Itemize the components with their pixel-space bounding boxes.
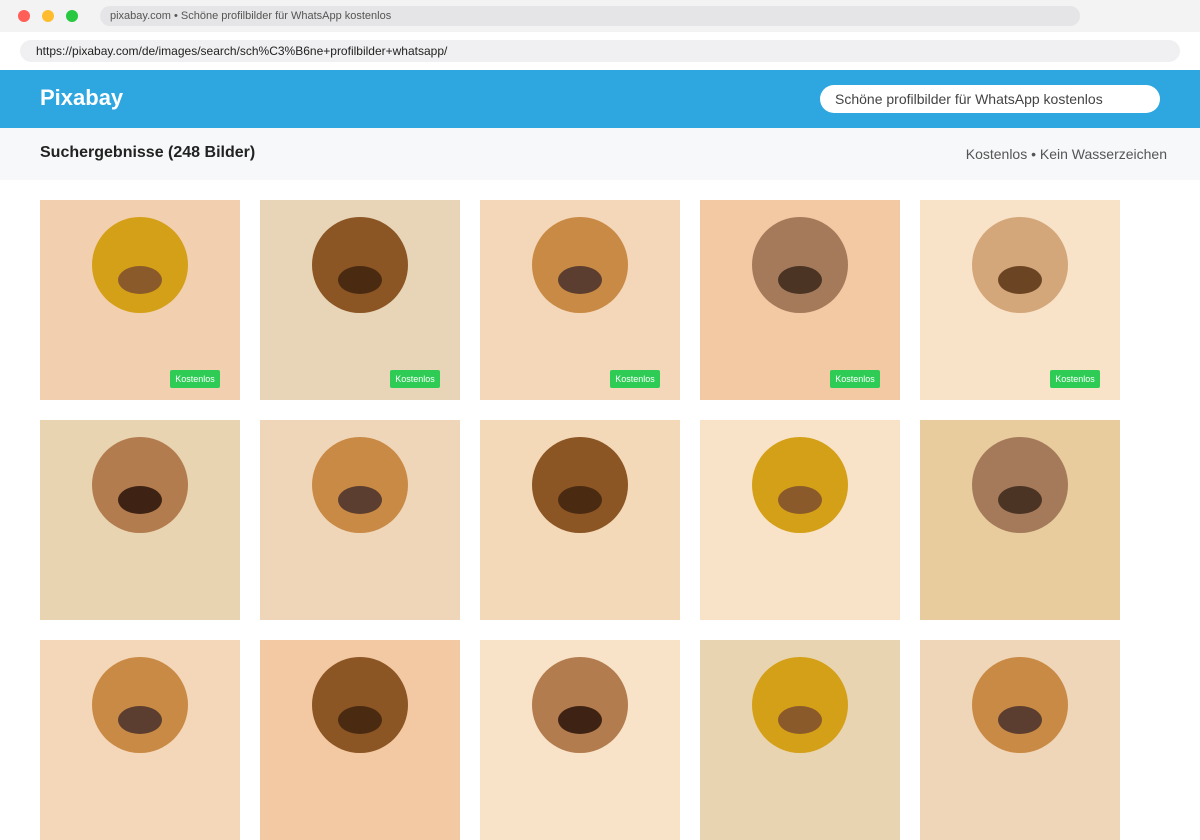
profile-mouth-shape xyxy=(778,706,822,734)
free-badge: Kostenlos xyxy=(170,370,220,388)
profile-face-image xyxy=(972,657,1068,753)
image-tile[interactable] xyxy=(920,420,1120,620)
profile-face-image xyxy=(92,657,188,753)
window-title: pixabay.com • Schöne profilbilder für Wh… xyxy=(100,6,1080,26)
free-badge: Kostenlos xyxy=(610,370,660,388)
results-title: Suchergebnisse (248 Bilder) xyxy=(40,144,256,161)
profile-face-image xyxy=(752,217,848,313)
profile-face-image xyxy=(972,437,1068,533)
image-tile[interactable]: Kostenlos xyxy=(260,200,460,400)
image-tile[interactable] xyxy=(260,420,460,620)
profile-mouth-shape xyxy=(118,266,162,294)
profile-mouth-shape xyxy=(338,706,382,734)
profile-face-image xyxy=(752,657,848,753)
profile-face-image xyxy=(92,437,188,533)
image-tile[interactable] xyxy=(480,640,680,840)
profile-mouth-shape xyxy=(118,486,162,514)
close-window-button[interactable] xyxy=(18,10,30,22)
site-header: Pixabay xyxy=(0,70,1200,128)
maximize-window-button[interactable] xyxy=(66,10,78,22)
image-tile[interactable]: Kostenlos xyxy=(480,200,680,400)
pixabay-logo[interactable]: Pixabay xyxy=(40,85,123,111)
address-bar[interactable]: https://pixabay.com/de/images/search/sch… xyxy=(20,40,1180,62)
profile-face-image xyxy=(312,657,408,753)
image-tile[interactable]: Kostenlos xyxy=(700,200,900,400)
image-tile[interactable] xyxy=(920,640,1120,840)
image-tile[interactable] xyxy=(700,420,900,620)
profile-mouth-shape xyxy=(558,706,602,734)
profile-face-image xyxy=(532,217,628,313)
minimize-window-button[interactable] xyxy=(42,10,54,22)
image-tile[interactable]: Kostenlos xyxy=(40,200,240,400)
image-tile[interactable] xyxy=(480,420,680,620)
profile-face-image xyxy=(532,437,628,533)
free-badge: Kostenlos xyxy=(1050,370,1100,388)
profile-mouth-shape xyxy=(998,486,1042,514)
profile-face-image xyxy=(312,437,408,533)
profile-face-image xyxy=(532,657,628,753)
results-bar: Suchergebnisse (248 Bilder) Kostenlos • … xyxy=(0,128,1200,180)
profile-face-image xyxy=(972,217,1068,313)
search-input[interactable] xyxy=(820,85,1160,113)
profile-mouth-shape xyxy=(558,266,602,294)
image-tile[interactable] xyxy=(40,420,240,620)
address-bar-row: https://pixabay.com/de/images/search/sch… xyxy=(0,32,1200,70)
profile-mouth-shape xyxy=(998,706,1042,734)
image-tile[interactable]: Kostenlos xyxy=(920,200,1120,400)
profile-mouth-shape xyxy=(338,266,382,294)
profile-mouth-shape xyxy=(558,486,602,514)
window-titlebar: pixabay.com • Schöne profilbilder für Wh… xyxy=(0,0,1200,32)
profile-face-image xyxy=(312,217,408,313)
free-badge: Kostenlos xyxy=(390,370,440,388)
profile-mouth-shape xyxy=(998,266,1042,294)
image-tile[interactable] xyxy=(260,640,460,840)
image-tile[interactable] xyxy=(40,640,240,840)
profile-mouth-shape xyxy=(778,486,822,514)
profile-face-image xyxy=(752,437,848,533)
profile-mouth-shape xyxy=(118,706,162,734)
profile-mouth-shape xyxy=(778,266,822,294)
results-meta: Kostenlos • Kein Wasserzeichen xyxy=(965,146,1167,162)
profile-face-image xyxy=(92,217,188,313)
free-badge: Kostenlos xyxy=(830,370,880,388)
profile-mouth-shape xyxy=(338,486,382,514)
image-tile[interactable] xyxy=(700,640,900,840)
